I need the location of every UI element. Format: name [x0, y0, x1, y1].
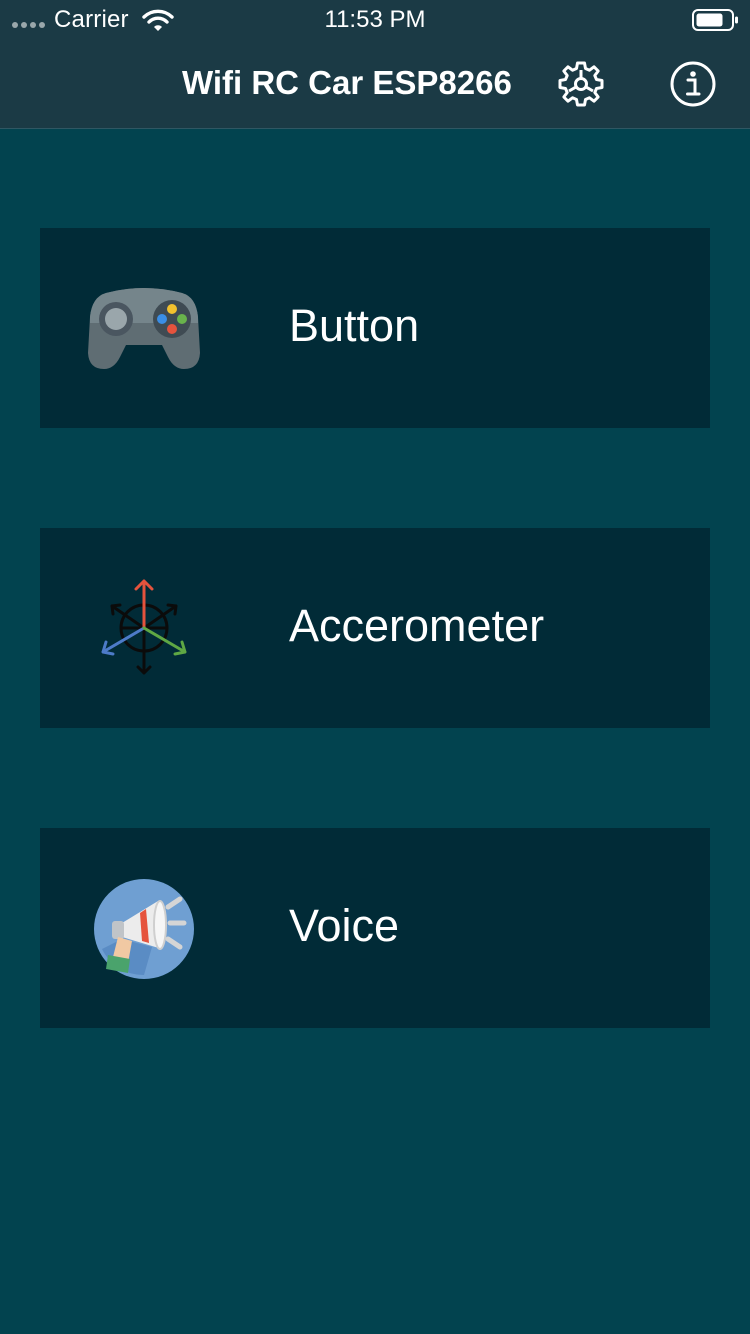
battery-icon	[692, 9, 738, 31]
button-mode-label: Button	[289, 300, 420, 351]
navigation-bar: Carrier 11:53 PM Wifi RC Car ESP8266	[0, 0, 750, 129]
button-mode-card[interactable]: Button	[40, 228, 710, 428]
page-title: Wifi RC Car ESP8266	[182, 64, 512, 101]
axis-arrows-icon	[84, 574, 204, 684]
status-time: 11:53 PM	[324, 6, 426, 33]
megaphone-icon	[84, 874, 204, 984]
gear-icon	[558, 61, 604, 107]
accelerometer-mode-label: Accerometer	[289, 600, 545, 651]
voice-mode-label: Voice	[289, 900, 400, 951]
settings-button[interactable]	[553, 56, 609, 112]
info-icon	[670, 61, 716, 107]
voice-mode-card[interactable]: Voice	[40, 828, 710, 1028]
gamepad-icon	[84, 274, 204, 384]
info-button[interactable]	[665, 56, 721, 112]
accelerometer-mode-card[interactable]: Accerometer	[40, 528, 710, 728]
status-bar: Carrier 11:53 PM	[0, 0, 750, 40]
